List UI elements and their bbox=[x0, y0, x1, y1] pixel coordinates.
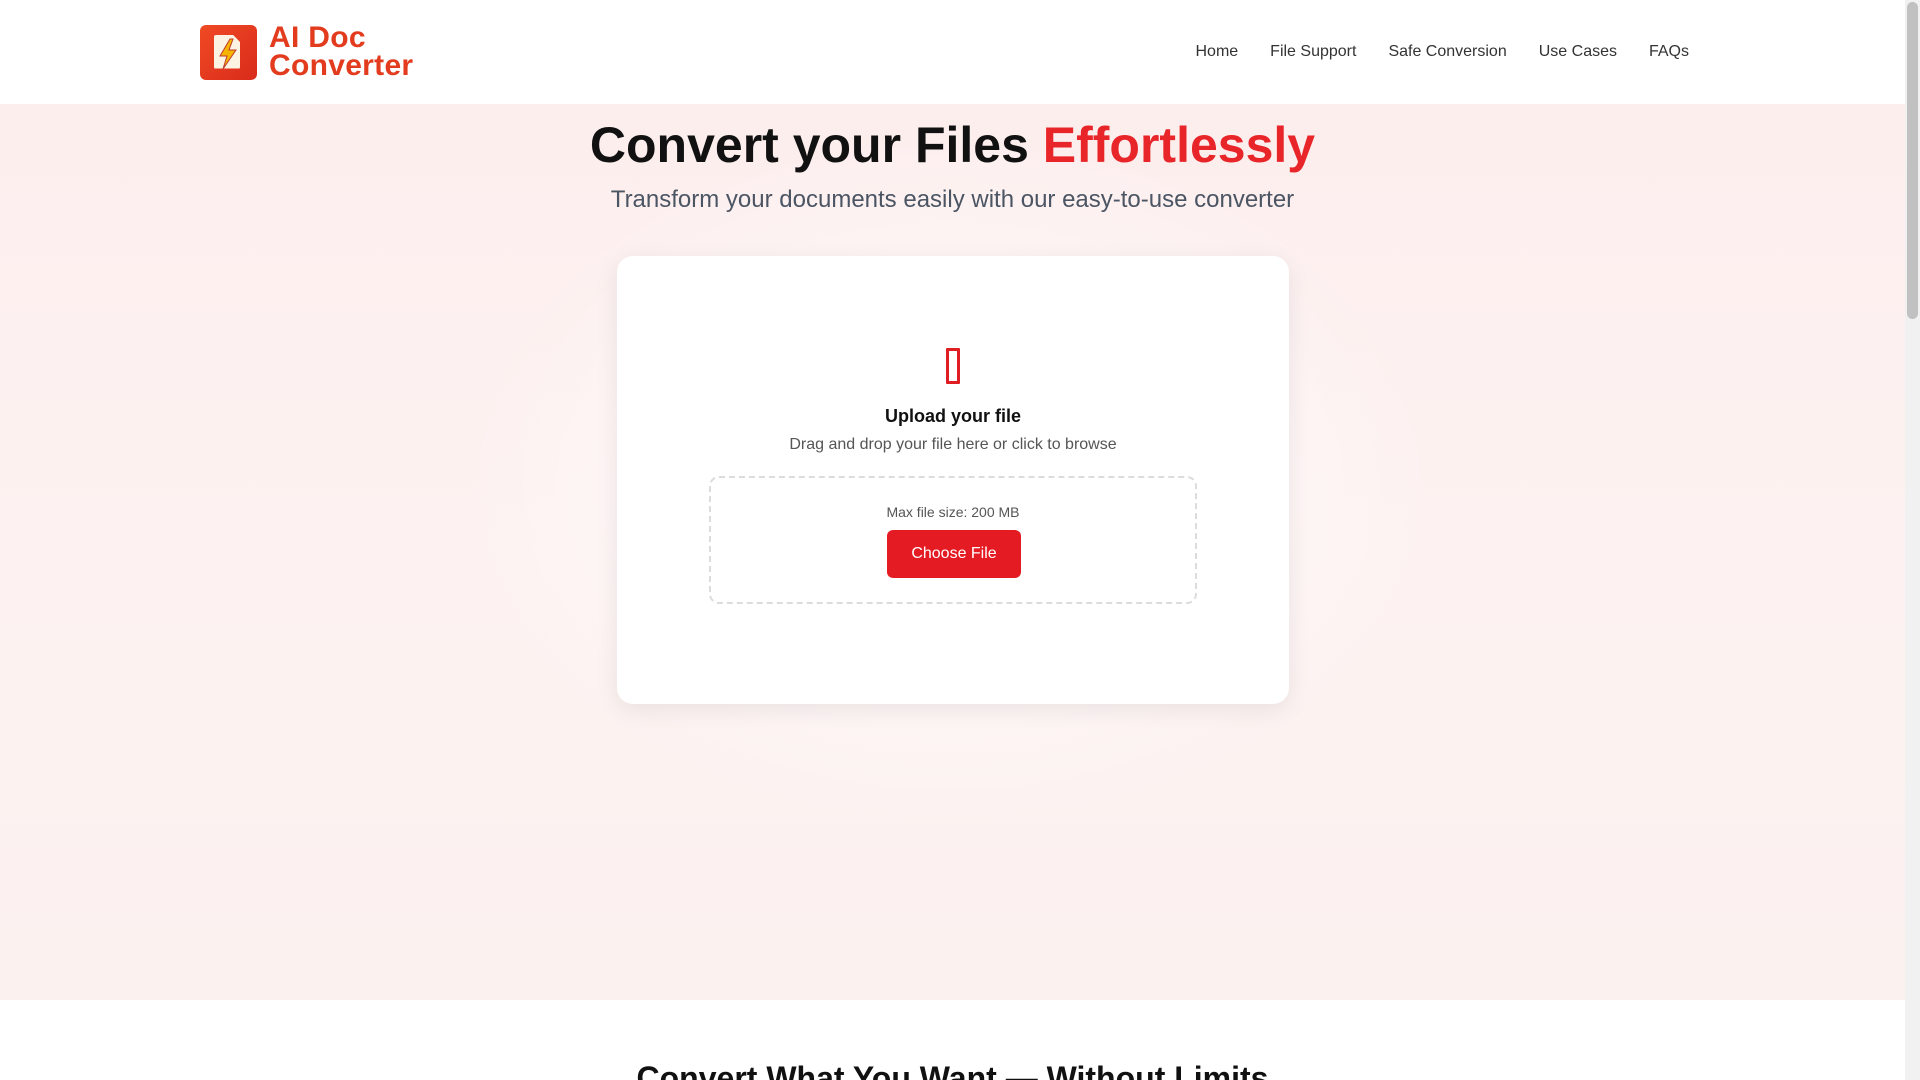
file-icon bbox=[617, 348, 1289, 394]
hero-title-accent: Effortlessly bbox=[1042, 117, 1316, 173]
site-header: AI Doc Converter Home File Support Safe … bbox=[0, 0, 1905, 104]
page: AI Doc Converter Home File Support Safe … bbox=[0, 0, 1905, 1080]
main-nav: Home File Support Safe Conversion Use Ca… bbox=[1179, 40, 1705, 64]
choose-file-button[interactable]: Choose File bbox=[887, 530, 1021, 578]
max-file-size: Max file size: 200 MB bbox=[886, 504, 1020, 520]
upload-subtitle: Drag and drop your file here or click to… bbox=[789, 436, 1117, 453]
nav-use-cases[interactable]: Use Cases bbox=[1523, 40, 1633, 64]
hero-subtitle: Transform your documents easily with our… bbox=[610, 186, 1295, 213]
hero-section: Convert your Files Effortlessly Transfor… bbox=[0, 104, 1905, 1000]
nav-file-support[interactable]: File Support bbox=[1254, 40, 1372, 64]
nav-home[interactable]: Home bbox=[1179, 40, 1254, 64]
drop-zone[interactable]: Max file size: 200 MB Choose File bbox=[709, 476, 1197, 604]
logo-line2: Converter bbox=[269, 49, 414, 82]
scrollbar[interactable] bbox=[1905, 0, 1920, 1080]
nav-faqs[interactable]: FAQs bbox=[1633, 40, 1705, 64]
section-title: Convert What You Want — Without Limits bbox=[636, 1060, 1269, 1080]
logo-text: AI Doc Converter bbox=[269, 21, 414, 82]
logo-icon bbox=[200, 24, 257, 80]
hero-title-main: Convert your Files bbox=[589, 117, 1043, 173]
upload-title: Upload your file bbox=[884, 406, 1021, 426]
hero-title: Convert your Files Effortlessly bbox=[0, 116, 1905, 174]
scrollbar-thumb[interactable] bbox=[1907, 2, 1918, 319]
upload-card[interactable]: Upload your file Drag and drop your file… bbox=[617, 256, 1289, 704]
nav-safe-conversion[interactable]: Safe Conversion bbox=[1372, 40, 1522, 64]
logo[interactable]: AI Doc Converter bbox=[200, 21, 414, 82]
logo-line1: AI Doc bbox=[269, 21, 366, 54]
